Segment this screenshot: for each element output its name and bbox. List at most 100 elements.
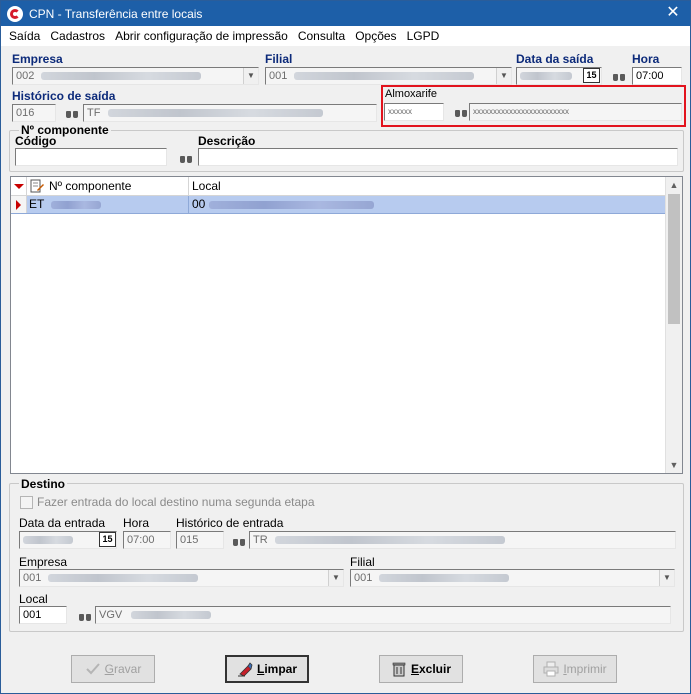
filial-value: 001 xyxy=(269,70,288,82)
grid-menu-arrow-icon[interactable] xyxy=(11,177,27,195)
binoculars-icon[interactable] xyxy=(612,71,626,82)
empresa-label: Empresa xyxy=(12,52,63,66)
historico-saida-label: Histórico de saída xyxy=(12,89,116,103)
components-grid[interactable]: Nº componente Local ET 00 ▲ ▼ xyxy=(10,176,683,474)
excluir-button[interactable]: Excluir xyxy=(379,655,463,683)
window-title: CPN - Transferência entre locais xyxy=(29,6,203,21)
col-header-local[interactable]: Local xyxy=(189,177,666,195)
eraser-icon xyxy=(237,662,253,677)
redacted-text xyxy=(274,536,505,545)
imprimir-label: Imprimir xyxy=(563,662,607,676)
local-destino-desc-text: VGV xyxy=(99,609,123,621)
filial-destino-combo[interactable]: 001 ▼ xyxy=(350,569,675,587)
chevron-down-icon[interactable]: ▼ xyxy=(243,68,258,84)
codigo-label: Código xyxy=(15,134,57,148)
hora-entrada-field[interactable]: 07:00 xyxy=(123,531,171,549)
binoculars-icon[interactable] xyxy=(65,108,79,119)
printer-icon xyxy=(543,661,559,677)
redacted-text xyxy=(48,574,199,583)
data-saida-label: Data da saída xyxy=(516,52,594,66)
chevron-down-icon[interactable]: ▼ xyxy=(328,570,343,586)
grid-scrollbar[interactable]: ▲ ▼ xyxy=(665,177,682,473)
historico-saida-desc-text: TF xyxy=(87,107,101,119)
row-indicator-icon xyxy=(11,196,27,213)
empresa-destino-combo[interactable]: 001 ▼ xyxy=(19,569,344,587)
menu-cadastros[interactable]: Cadastros xyxy=(45,29,110,43)
empresa-value: 002 xyxy=(16,70,35,82)
menu-config-impressao[interactable]: Abrir configuração de impressão xyxy=(110,29,293,43)
segunda-etapa-checkbox[interactable] xyxy=(20,496,33,509)
col-componente-label: Nº componente xyxy=(49,179,132,193)
row-componente[interactable]: ET xyxy=(27,196,189,213)
col-header-componente[interactable]: Nº componente xyxy=(27,177,189,195)
menu-opcoes[interactable]: Opções xyxy=(350,29,401,43)
row-local[interactable]: 00 xyxy=(189,196,666,213)
checkmark-icon xyxy=(85,663,100,675)
scroll-up-icon[interactable]: ▲ xyxy=(666,177,682,193)
descricao-label: Descrição xyxy=(198,134,256,148)
excluir-label: Excluir xyxy=(410,662,452,676)
binoculars-icon[interactable] xyxy=(78,611,92,622)
menu-lgpd[interactable]: LGPD xyxy=(402,29,445,43)
grid-header: Nº componente Local xyxy=(11,177,666,196)
filial-destino-value: 001 xyxy=(354,572,373,584)
codigo-input[interactable] xyxy=(15,148,167,166)
historico-saida-desc: TF xyxy=(83,104,377,122)
empresa-combo[interactable]: 002 ▼ xyxy=(12,67,259,85)
almoxarife-code[interactable]: xxxxxx xyxy=(384,103,444,121)
calendar-icon[interactable]: 15 xyxy=(99,532,116,547)
trash-icon xyxy=(392,662,406,677)
main-window: CPN - Transferência entre locais ✕ Saída… xyxy=(0,0,691,694)
limpar-button[interactable]: Limpar xyxy=(225,655,309,683)
local-destino-code[interactable]: 001 xyxy=(19,606,67,624)
gravar-button[interactable]: Gravar xyxy=(71,655,155,683)
redacted-text xyxy=(51,200,102,209)
filial-combo[interactable]: 001 ▼ xyxy=(265,67,512,85)
redacted-text xyxy=(41,72,202,81)
redacted-text xyxy=(379,574,510,583)
binoculars-icon[interactable] xyxy=(454,107,468,118)
almoxarife-name: xxxxxxxxxxxxxxxxxxxxxxxx xyxy=(469,103,682,121)
historico-entrada-code[interactable]: 015 xyxy=(176,531,224,549)
edit-document-icon xyxy=(30,179,44,193)
binoculars-icon[interactable] xyxy=(232,536,246,547)
historico-saida-code[interactable]: 016 xyxy=(12,104,56,122)
redacted-text xyxy=(294,72,475,81)
close-icon[interactable]: ✕ xyxy=(662,4,684,22)
descricao-input[interactable] xyxy=(198,148,678,166)
local-destino-desc: VGV xyxy=(95,606,671,624)
redacted-text xyxy=(520,72,572,81)
menu-bar: Saída Cadastros Abrir configuração de im… xyxy=(1,26,690,46)
empresa-destino-label: Empresa xyxy=(19,555,68,569)
filial-destino-label: Filial xyxy=(350,555,375,569)
calendar-icon[interactable]: 15 xyxy=(583,68,600,83)
almoxarife-label: Almoxarife xyxy=(385,88,437,100)
redacted-text xyxy=(208,200,374,209)
hora-field[interactable]: 07:00 xyxy=(632,67,682,85)
limpar-label: Limpar xyxy=(256,662,298,676)
local-destino-label: Local xyxy=(19,592,48,606)
imprimir-button[interactable]: Imprimir xyxy=(533,655,617,683)
menu-consulta[interactable]: Consulta xyxy=(293,29,350,43)
title-bar: CPN - Transferência entre locais ✕ xyxy=(1,1,690,26)
scroll-down-icon[interactable]: ▼ xyxy=(666,457,682,473)
empresa-destino-value: 001 xyxy=(23,572,42,584)
menu-saida[interactable]: Saída xyxy=(4,29,45,43)
row-componente-text: ET xyxy=(29,197,45,211)
historico-entrada-desc-text: TR xyxy=(253,534,268,546)
hora-label: Hora xyxy=(632,52,660,66)
historico-entrada-desc: TR xyxy=(249,531,676,549)
chevron-down-icon[interactable]: ▼ xyxy=(496,68,511,84)
scroll-thumb[interactable] xyxy=(668,194,680,324)
binoculars-icon[interactable] xyxy=(179,153,193,164)
chevron-down-icon[interactable]: ▼ xyxy=(659,570,674,586)
destino-group-label: Destino xyxy=(19,477,68,491)
historico-entrada-label: Histórico de entrada xyxy=(176,516,284,530)
segunda-etapa-label: Fazer entrada do local destino numa segu… xyxy=(37,495,315,509)
redacted-text xyxy=(23,536,73,545)
table-row[interactable]: ET 00 xyxy=(11,196,666,214)
row-local-text: 00 xyxy=(192,197,206,211)
filial-label: Filial xyxy=(265,52,293,66)
data-entrada-label: Data da entrada xyxy=(19,516,106,530)
redacted-text xyxy=(131,611,212,620)
